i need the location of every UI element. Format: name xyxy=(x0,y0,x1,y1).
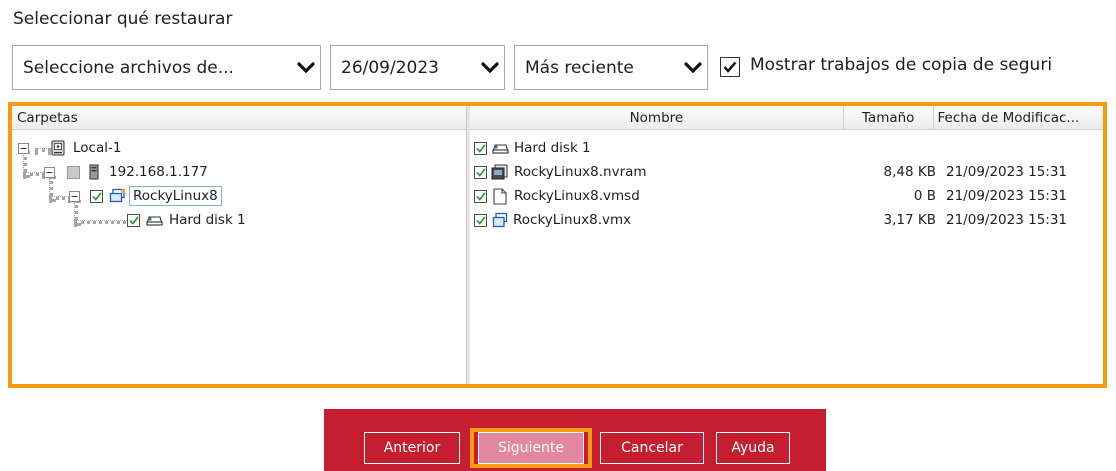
cancel-button[interactable]: Cancelar xyxy=(600,432,704,464)
file-checkbox[interactable] xyxy=(474,165,487,179)
tree-node-host[interactable]: 192.168.1.177 xyxy=(44,160,208,184)
name-column-header[interactable]: Nombre xyxy=(470,106,844,129)
document-icon xyxy=(493,187,507,205)
file-checkbox[interactable] xyxy=(474,189,487,203)
virtual-machine-icon xyxy=(109,188,126,204)
tree-line xyxy=(23,172,45,176)
checkmark-icon xyxy=(128,216,139,225)
file-size: 3,17 KB xyxy=(883,212,936,228)
collapse-icon[interactable] xyxy=(44,166,55,178)
wizard-footer: Anterior Siguiente Cancelar Ayuda xyxy=(324,409,826,471)
selection-panel: Carpetas Local-1 192.168.1.177 RockyLinu… xyxy=(8,102,1107,388)
checkmark-icon xyxy=(723,61,737,73)
file-modified: 21/09/2023 15:31 xyxy=(946,164,1068,180)
help-button[interactable]: Ayuda xyxy=(716,432,790,464)
checkmark-icon xyxy=(475,216,486,225)
vm-checkbox[interactable] xyxy=(90,189,103,203)
chevron-down-icon xyxy=(292,61,320,74)
file-name: RockyLinux8.nvram xyxy=(514,164,647,180)
folder-tree-header: Carpetas xyxy=(12,106,466,130)
hard-disk-icon xyxy=(492,142,509,154)
file-name: RockyLinux8.vmsd xyxy=(514,188,640,204)
back-button[interactable]: Anterior xyxy=(364,432,460,464)
host-partial-checkbox[interactable] xyxy=(67,165,80,179)
disk-checkbox[interactable] xyxy=(127,213,140,227)
file-size: 8,48 KB xyxy=(883,164,936,180)
tree-node-label: Hard disk 1 xyxy=(169,212,246,228)
checkmark-icon xyxy=(475,144,486,153)
tree-node-label: Local-1 xyxy=(73,140,122,156)
next-button[interactable]: Siguiente xyxy=(478,432,584,464)
local-storage-icon xyxy=(51,140,65,156)
file-list-header: Nombre Tamaño Fecha de Modificac... xyxy=(470,106,1103,130)
tree-node-vm[interactable]: RockyLinux8 xyxy=(69,184,222,208)
checkmark-icon xyxy=(91,192,102,201)
file-size: 0 B xyxy=(913,188,936,204)
file-checkbox[interactable] xyxy=(474,213,487,227)
show-jobs-checkbox[interactable] xyxy=(720,57,740,77)
file-list[interactable]: Nombre Tamaño Fecha de Modificac... Hard… xyxy=(470,106,1103,384)
folders-column-header: Carpetas xyxy=(17,109,78,126)
collapse-icon[interactable] xyxy=(18,142,29,154)
file-row[interactable]: RockyLinux8.nvram 8,48 KB 21/09/2023 15:… xyxy=(474,160,1103,184)
date-dropdown-value: 26/09/2023 xyxy=(341,57,439,78)
version-dropdown[interactable]: Más reciente xyxy=(514,45,708,90)
file-checkbox[interactable] xyxy=(474,141,487,155)
tree-node-disk[interactable]: Hard disk 1 xyxy=(127,208,246,232)
source-dropdown-value: Seleccione archivos de... xyxy=(23,57,234,78)
tree-line xyxy=(49,196,71,200)
hard-disk-icon xyxy=(146,214,163,226)
file-row[interactable]: Hard disk 1 xyxy=(474,136,1103,160)
folder-tree[interactable]: Carpetas Local-1 192.168.1.177 RockyLinu… xyxy=(12,106,467,384)
tree-node-label: RockyLinux8 xyxy=(129,186,222,206)
file-modified: 21/09/2023 15:31 xyxy=(946,188,1068,204)
collapse-icon[interactable] xyxy=(69,190,80,202)
nvram-file-icon xyxy=(491,164,509,180)
version-dropdown-value: Más reciente xyxy=(525,57,634,78)
vm-config-icon xyxy=(492,212,508,228)
tree-node-label: 192.168.1.177 xyxy=(109,164,208,180)
file-modified: 21/09/2023 15:31 xyxy=(946,212,1068,228)
file-row[interactable]: RockyLinux8.vmx 3,17 KB 21/09/2023 15:31 xyxy=(474,208,1103,232)
chevron-down-icon xyxy=(476,61,504,74)
date-dropdown[interactable]: 26/09/2023 xyxy=(330,45,505,90)
file-name: Hard disk 1 xyxy=(514,140,591,156)
source-dropdown[interactable]: Seleccione archivos de... xyxy=(12,45,321,90)
tree-node-local[interactable]: Local-1 xyxy=(18,136,121,160)
size-column-header[interactable]: Tamaño xyxy=(844,106,934,129)
page-title: Seleccionar qué restaurar xyxy=(13,9,233,29)
server-icon xyxy=(89,164,99,180)
modified-column-header[interactable]: Fecha de Modificac... xyxy=(934,106,1103,129)
chevron-down-icon xyxy=(679,61,707,74)
show-jobs-label: Mostrar trabajos de copia de seguri xyxy=(750,55,1053,75)
checkmark-icon xyxy=(475,168,486,177)
file-name: RockyLinux8.vmx xyxy=(513,212,632,228)
file-row[interactable]: RockyLinux8.vmsd 0 B 21/09/2023 15:31 xyxy=(474,184,1103,208)
tree-line xyxy=(74,220,133,224)
checkmark-icon xyxy=(475,192,486,201)
